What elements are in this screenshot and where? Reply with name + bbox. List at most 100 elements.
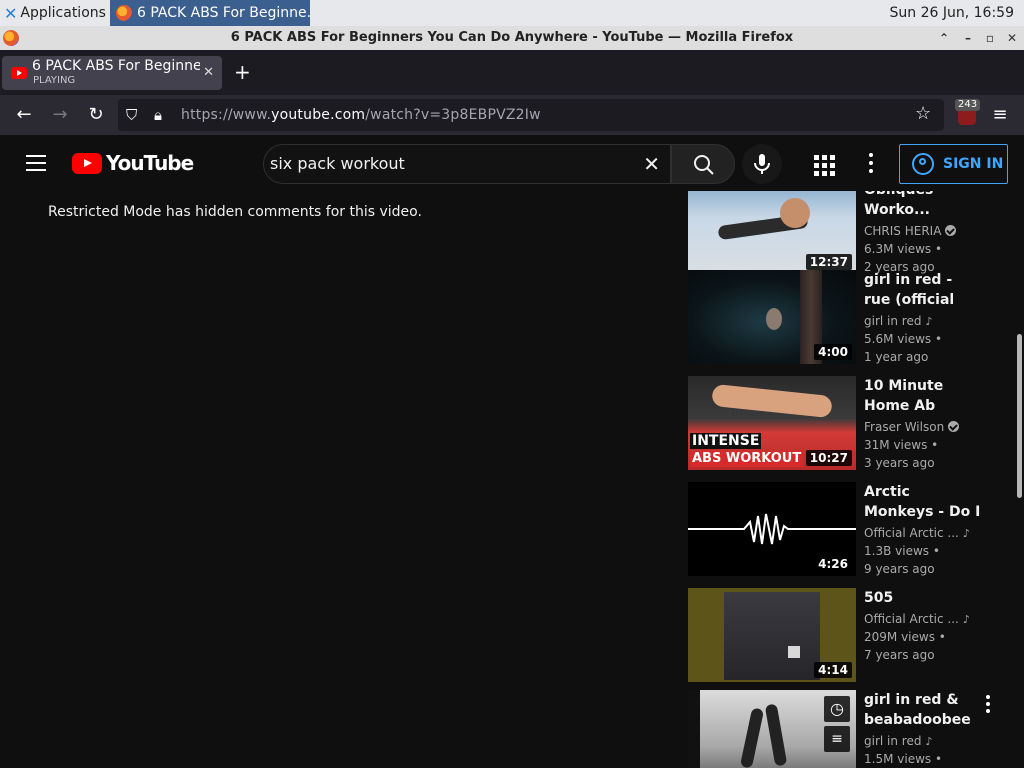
add-to-queue-icon[interactable]: ≡	[824, 726, 850, 752]
video-channel[interactable]: CHRIS HERIA	[864, 224, 957, 238]
reload-button[interactable]: ↻	[84, 103, 108, 127]
video-title[interactable]: 10 Minute Home Ab Workout (6...	[864, 376, 982, 416]
related-video-item[interactable]: 4:14 505 Official Arctic ... ♪ 209M views…	[688, 588, 1008, 683]
thumbnail-figure	[711, 383, 833, 419]
window-titlebar: 6 PACK ABS For Beginners You Can Do Anyw…	[0, 26, 1024, 50]
youtube-favicon-icon	[11, 67, 27, 79]
more-actions-icon[interactable]	[984, 695, 992, 713]
applications-menu[interactable]: ✕ Applications ⋮	[0, 0, 127, 26]
video-channel[interactable]: Official Arctic ... ♪	[864, 612, 970, 626]
video-channel[interactable]: Fraser Wilson	[864, 420, 960, 434]
close-window-button[interactable]: ✕	[1001, 26, 1023, 50]
thumbnail-border-left	[688, 690, 700, 768]
taskbar-window-title: 6 PACK ABS For Beginne...	[137, 5, 310, 21]
clear-search-icon[interactable]: ✕	[643, 145, 660, 183]
channel-name: Fraser Wilson	[864, 420, 945, 434]
video-title[interactable]: Arctic Monkeys - Do I Wanna...	[864, 482, 982, 522]
taskbar-window-button[interactable]: 6 PACK ABS For Beginne...	[110, 0, 310, 26]
video-duration: 4:00	[814, 344, 852, 360]
related-video-item[interactable]: 12:37 Obliques Worko... CHRIS HERIA 6.3M…	[688, 191, 1008, 275]
video-thumbnail[interactable]: 4:14	[688, 588, 856, 682]
watch-later-icon[interactable]: ◷	[824, 696, 850, 722]
applications-label: Applications	[20, 5, 106, 21]
youtube-logo[interactable]: YouTube	[72, 151, 194, 175]
minimize-button[interactable]: –	[957, 26, 979, 50]
related-video-item[interactable]: 4:26 Arctic Monkeys - Do I Wanna... Offi…	[688, 482, 1008, 577]
thumbnail-face	[766, 308, 782, 330]
thumbnail-figure	[739, 707, 765, 768]
video-thumbnail[interactable]: 12:37	[688, 191, 856, 274]
music-note-icon: ♪	[925, 735, 933, 748]
ublock-extension-button[interactable]: 243	[955, 99, 981, 125]
related-video-item[interactable]: INTENSE ABS WORKOUT 10:27 10 Minute Home…	[688, 376, 1008, 471]
video-title[interactable]: 505	[864, 588, 982, 608]
tab-title: 6 PACK ABS For Beginners	[32, 58, 200, 74]
url-prefix: https://www.	[181, 107, 272, 123]
youtube-apps-icon[interactable]	[812, 153, 835, 176]
video-views: 31M views •	[864, 438, 939, 452]
settings-more-icon[interactable]	[862, 153, 880, 175]
browser-tab[interactable]: 6 PACK ABS For Beginners PLAYING ✕	[2, 56, 222, 90]
url-bar[interactable]: ⛉ 🔒︎ https://www.youtube.com/watch?v=3p8…	[118, 99, 944, 131]
search-box[interactable]: six pack workout ✕	[263, 144, 671, 184]
restricted-mode-notice: Restricted Mode has hidden comments for …	[48, 204, 422, 220]
video-channel[interactable]: girl in red ♪	[864, 314, 933, 328]
thumbnail-text-intense: INTENSE	[690, 433, 762, 449]
app-menu-button[interactable]: ≡	[988, 103, 1012, 127]
video-thumbnail[interactable]: INTENSE ABS WORKOUT 10:27	[688, 376, 856, 470]
back-button[interactable]: ←	[12, 103, 36, 127]
music-note-icon: ♪	[962, 613, 970, 626]
video-age: 9 years ago	[864, 562, 935, 576]
blocked-count-badge: 243	[955, 99, 981, 111]
tab-playing-status: PLAYING	[33, 75, 76, 86]
sign-in-label: SIGN IN	[943, 156, 1004, 172]
video-thumbnail[interactable]: 4:00	[688, 270, 856, 364]
tracking-shield-icon[interactable]: ⛉	[126, 106, 137, 124]
forward-button[interactable]: →	[48, 103, 72, 127]
related-video-item[interactable]: 4:00 girl in red - rue (official video) …	[688, 270, 1008, 365]
guide-menu-icon[interactable]	[26, 155, 46, 171]
maximize-button[interactable]: ▫	[979, 26, 1001, 50]
music-note-icon: ♪	[925, 315, 933, 328]
page-scrollbar[interactable]	[1017, 334, 1022, 498]
microphone-icon	[754, 154, 770, 174]
video-thumbnail[interactable]: ◷ ≡	[688, 690, 856, 768]
related-video-item[interactable]: ◷ ≡ girl in red & beabadoobee -... girl …	[688, 690, 1008, 768]
video-thumbnail[interactable]: 4:26	[688, 482, 856, 576]
url-domain: youtube.com	[271, 107, 366, 123]
album-art-house	[724, 592, 820, 680]
video-title[interactable]: Obliques Worko...	[864, 191, 982, 220]
thumbnail-text-abs: ABS WORKOUT	[690, 451, 804, 467]
channel-name: girl in red	[864, 314, 922, 328]
clock[interactable]: Sun 26 Jun, 16:59	[890, 0, 1014, 26]
channel-name: girl in red	[864, 734, 922, 748]
lock-icon[interactable]: 🔒︎	[154, 106, 162, 124]
url-text[interactable]: https://www.youtube.com/watch?v=3p8EBPVZ…	[181, 99, 541, 131]
voice-search-button[interactable]	[742, 144, 782, 184]
video-channel[interactable]: girl in red ♪	[864, 734, 933, 748]
search-input[interactable]: six pack workout	[270, 145, 405, 183]
search-button[interactable]	[671, 144, 735, 184]
window-up-icon[interactable]: ⌃	[933, 26, 955, 50]
close-tab-icon[interactable]: ✕	[203, 65, 214, 80]
video-age: 7 years ago	[864, 648, 935, 662]
video-views: 1.3B views •	[864, 544, 940, 558]
video-title[interactable]: girl in red - rue (official video)	[864, 270, 982, 310]
video-channel[interactable]: Official Arctic ... ♪	[864, 526, 970, 540]
verified-icon	[945, 225, 957, 236]
window-title: 6 PACK ABS For Beginners You Can Do Anyw…	[230, 30, 794, 45]
video-age: 3 years ago	[864, 456, 935, 470]
url-path: /watch?v=3p8EBPVZ2Iw	[365, 107, 541, 123]
video-views: 5.6M views •	[864, 332, 943, 346]
navigation-toolbar: ← → ↻ ⛉ 🔒︎ https://www.youtube.com/watch…	[0, 95, 1024, 135]
video-views: 6.3M views •	[864, 242, 943, 256]
video-title[interactable]: girl in red & beabadoobee -...	[864, 690, 982, 730]
music-note-icon: ♪	[962, 527, 970, 540]
new-tab-button[interactable]: +	[234, 60, 251, 84]
sign-in-button[interactable]: SIGN IN	[899, 144, 1008, 184]
os-taskbar: ✕ Applications ⋮ 6 PACK ABS For Beginne.…	[0, 0, 1024, 26]
video-age: 1 year ago	[864, 350, 929, 364]
channel-name: Official Arctic ...	[864, 526, 959, 540]
video-duration: 4:14	[814, 662, 852, 678]
bookmark-star-icon[interactable]: ☆	[915, 103, 931, 124]
